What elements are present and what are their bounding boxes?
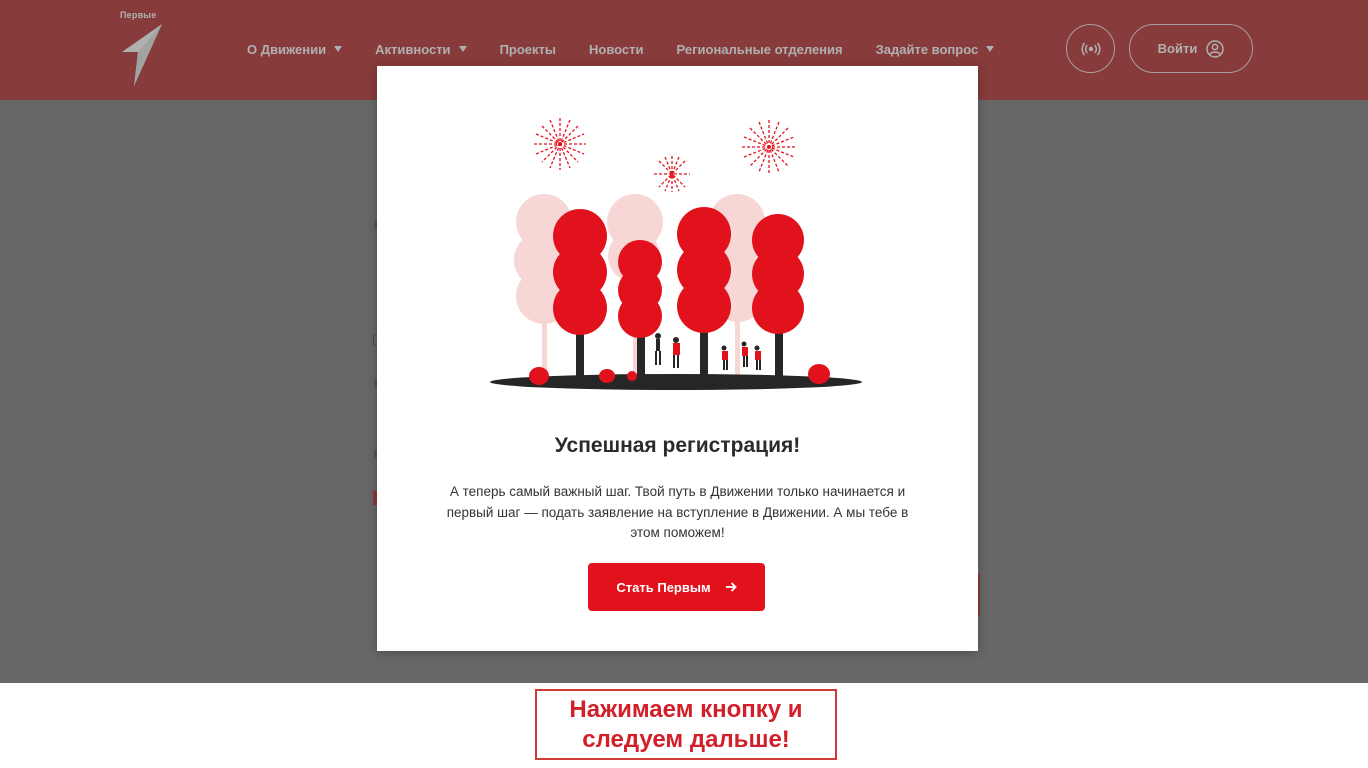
celebration-trees-fireworks-illustration [490, 118, 862, 390]
arrow-right-icon [725, 581, 737, 593]
caption-line: следуем дальше! [582, 725, 790, 753]
caption-line: Нажимаем кнопку и [569, 695, 803, 723]
modal-title: Успешная регистрация! [554, 434, 801, 457]
modal-description: А теперь самый важный шаг. Твой путь в Д… [446, 484, 909, 540]
instruction-caption: Нажимаем кнопку и следуем дальше! [535, 689, 837, 760]
success-modal: Успешная регистрация! А теперь самый важ… [377, 66, 978, 651]
become-first-button[interactable]: Стать Первым [588, 563, 765, 611]
button-label: Стать Первым [616, 579, 711, 595]
